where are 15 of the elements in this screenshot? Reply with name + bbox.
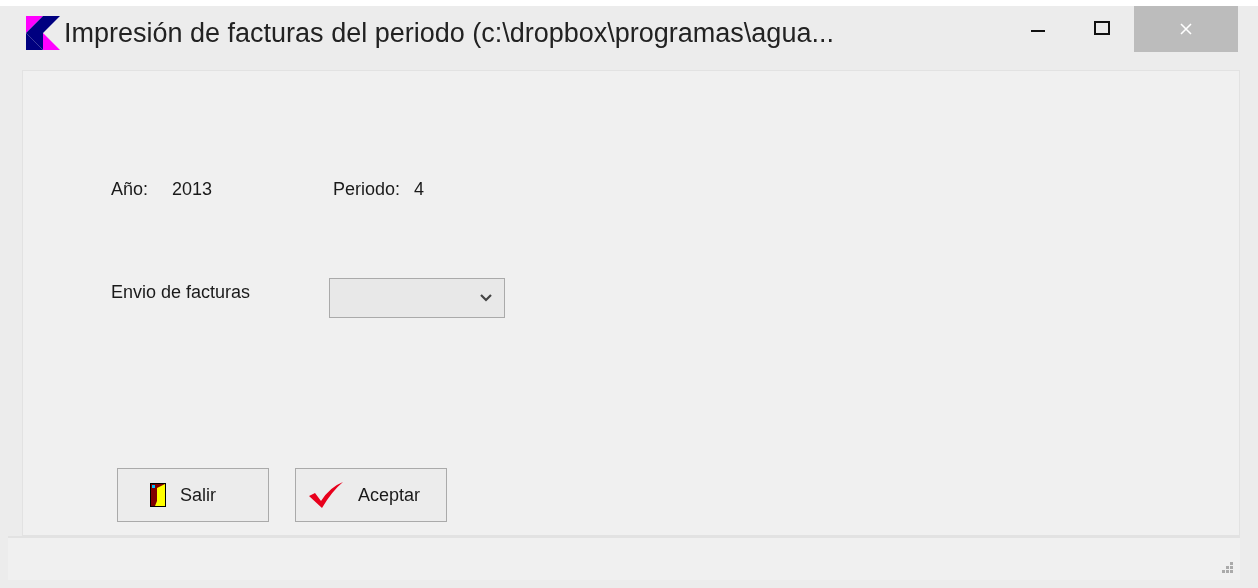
field-label: Año: <box>111 179 149 200</box>
field-label: Periodo: <box>333 179 401 200</box>
exit-button[interactable]: Salir <box>117 468 269 522</box>
app-logo-icon <box>26 16 60 50</box>
field-label: Envio de facturas <box>111 281 252 303</box>
resize-grip-icon <box>1222 562 1234 574</box>
chevron-down-icon <box>480 294 492 302</box>
window-title: Impresión de facturas del periodo (c:\dropbox\programas\agua... <box>64 17 835 49</box>
dropdown-field[interactable] <box>329 278 505 318</box>
checkmark-icon <box>308 481 344 509</box>
field-value: 4 <box>414 179 425 200</box>
minimize-icon <box>1031 30 1045 32</box>
field-value: 2013 <box>172 179 213 200</box>
accept-button[interactable]: Aceptar <box>295 468 447 522</box>
door-icon <box>150 483 166 507</box>
